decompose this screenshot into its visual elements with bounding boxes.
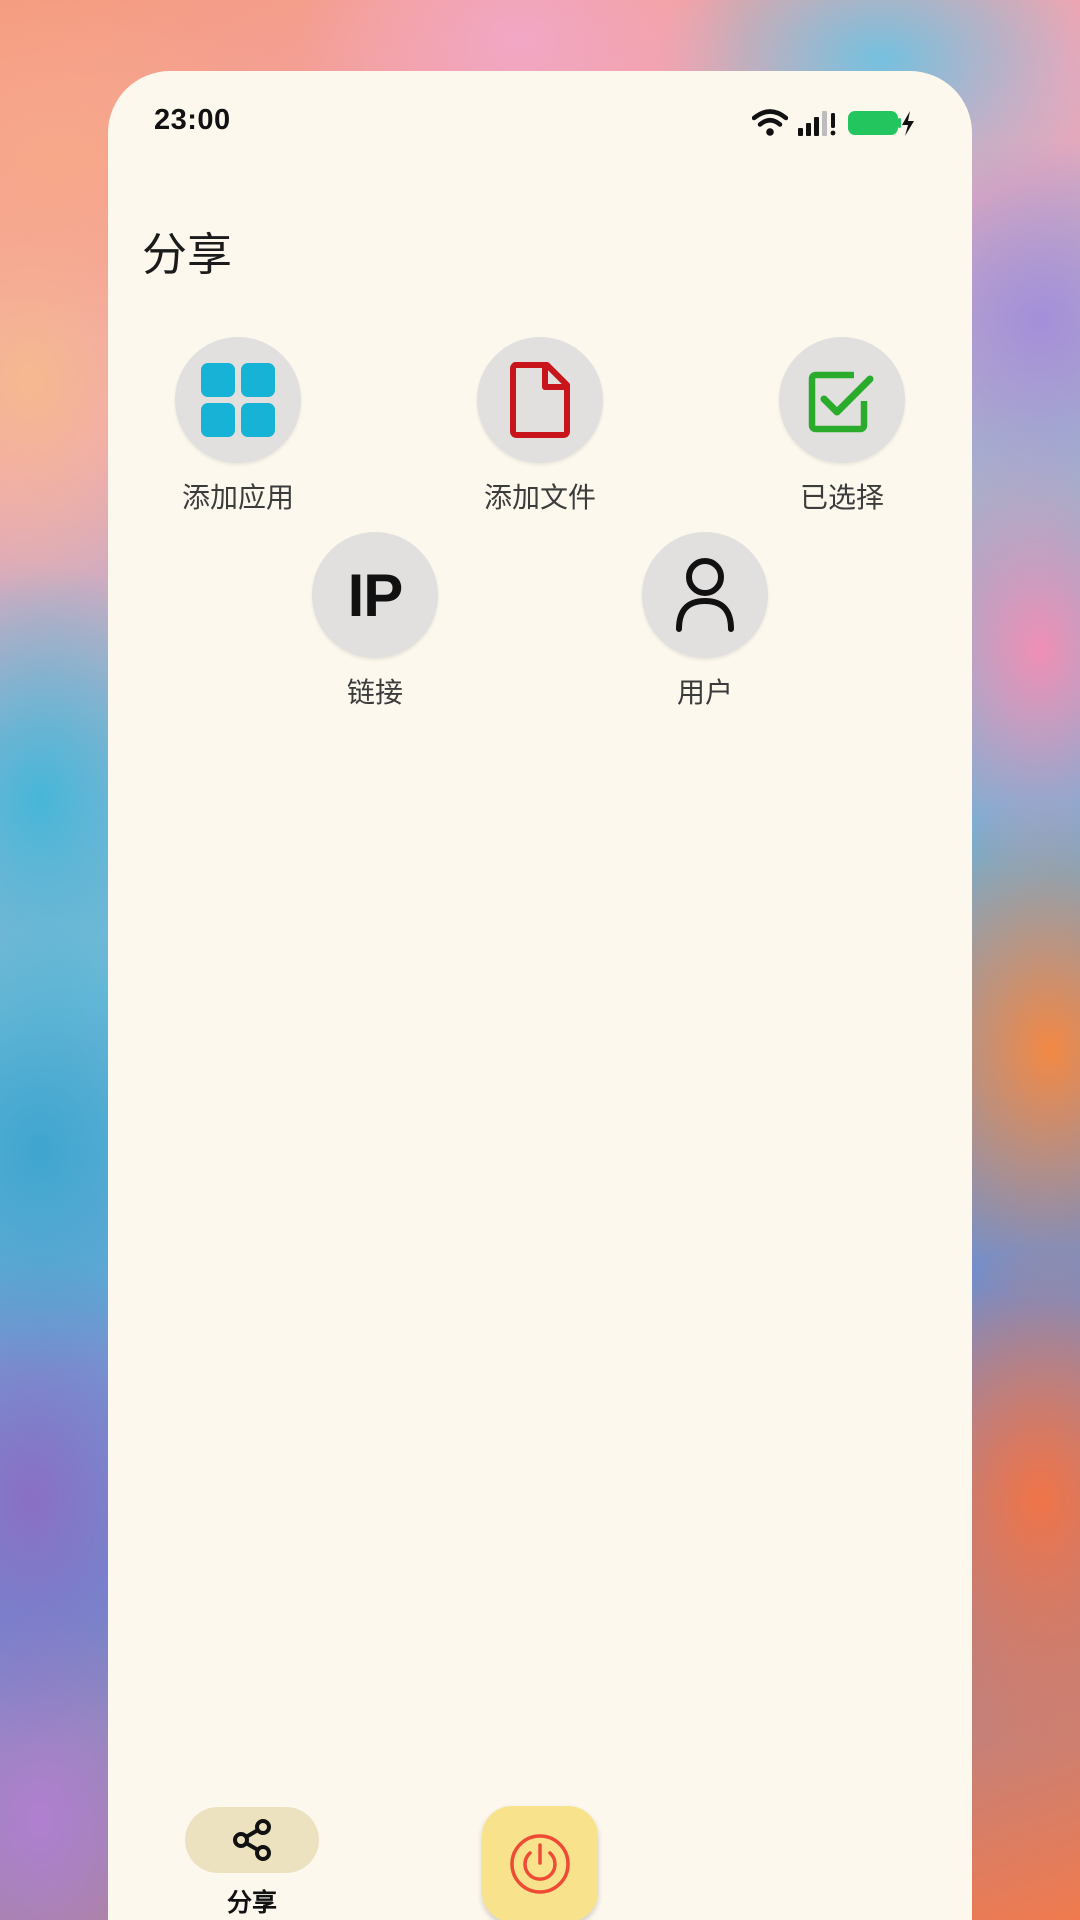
selected-label: 已选择 [799, 481, 884, 514]
share-icon [233, 1819, 271, 1861]
nav-share-tab[interactable]: 分享 [185, 1807, 319, 1919]
file-icon [510, 362, 570, 438]
checkbox-checked-icon [808, 371, 874, 433]
link-label: 链接 [346, 676, 403, 709]
power-button[interactable] [482, 1806, 598, 1920]
add-app-circle [175, 337, 301, 463]
nav-share-label: 分享 [226, 1888, 277, 1917]
selected-circle [779, 337, 905, 463]
add-app-button[interactable]: 添加应用 [138, 337, 338, 516]
bottom-nav: 分享 [108, 1780, 972, 1920]
app-window: 23:00 分享 添加应用 添加文件 已选择 IP 链接 用户 分享 [108, 71, 972, 1920]
add-file-button[interactable]: 添加文件 [440, 337, 640, 516]
user-circle [642, 532, 768, 658]
nav-share-pill [185, 1807, 319, 1873]
apps-grid-icon [201, 363, 275, 437]
user-icon [676, 558, 734, 632]
user-button[interactable]: 用户 [605, 532, 805, 711]
add-file-circle [477, 337, 603, 463]
power-icon [510, 1834, 570, 1894]
selected-button[interactable]: 已选择 [742, 337, 942, 516]
link-circle: IP [312, 532, 438, 658]
ip-icon: IP [347, 561, 404, 629]
user-label: 用户 [676, 676, 733, 709]
add-app-label: 添加应用 [181, 481, 294, 514]
link-button[interactable]: IP 链接 [275, 532, 475, 711]
action-grid: 添加应用 添加文件 已选择 IP 链接 用户 [108, 71, 972, 871]
add-file-label: 添加文件 [483, 481, 596, 514]
